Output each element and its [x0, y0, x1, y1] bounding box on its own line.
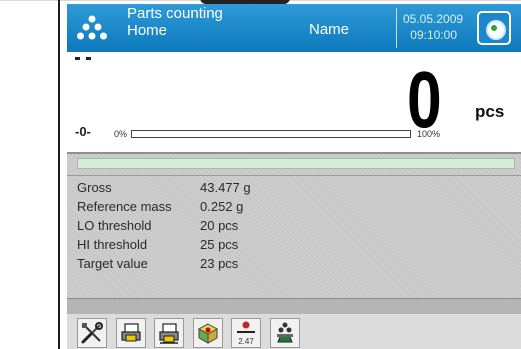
- header-divider: [396, 8, 397, 48]
- reference-mass-icon: [277, 322, 293, 343]
- status-strip: [67, 299, 521, 314]
- stability-marker-icon: [75, 57, 91, 60]
- zero-indicator: -0-: [75, 124, 91, 139]
- level-icon[interactable]: [477, 11, 511, 45]
- user-name[interactable]: Name: [309, 21, 349, 38]
- info-label: Target value: [77, 256, 148, 271]
- settings-button[interactable]: [77, 318, 107, 348]
- database-icon: [197, 323, 219, 344]
- toolbar: 2.47: [67, 314, 521, 349]
- panel-divider: [67, 175, 521, 176]
- parts-counting-icon[interactable]: [77, 14, 107, 42]
- database-button[interactable]: [193, 318, 223, 348]
- info-row-gross: Gross 43.477 g: [77, 180, 251, 195]
- info-value: 23 pcs: [200, 256, 239, 271]
- info-row-reference-mass: Reference mass 0.252 g: [77, 199, 243, 214]
- mode-title: Parts counting: [127, 5, 223, 22]
- settings-icon: [81, 322, 103, 344]
- balance-screen: Parts counting Home Name 05.05.2009 09:1…: [67, 4, 521, 349]
- header-bar: Parts counting Home Name 05.05.2009 09:1…: [67, 4, 521, 52]
- printout-footer-button[interactable]: [154, 318, 184, 348]
- info-row-hi-threshold: HI threshold 25 pcs: [77, 237, 238, 252]
- info-value: 20 pcs: [200, 218, 239, 233]
- frame-border-line: [58, 0, 60, 349]
- info-label: Gross: [77, 180, 112, 195]
- range-max-label: 100%: [417, 129, 441, 139]
- date-display: 05.05.2009: [403, 12, 464, 26]
- printout-header-icon: [121, 323, 141, 342]
- info-row-target-value: Target value 23 pcs: [77, 256, 238, 271]
- info-label: LO threshold: [77, 218, 152, 233]
- printout-header-button[interactable]: [116, 318, 146, 348]
- result-unit[interactable]: pcs: [475, 102, 504, 122]
- range-min-label: 0%: [114, 129, 128, 139]
- printout-footer-icon: [159, 323, 179, 344]
- info-panel: Gross 43.477 g Reference mass 0.252 g LO t…: [67, 152, 521, 349]
- info-label: Reference mass: [77, 199, 172, 214]
- reference-mass-button[interactable]: [270, 318, 300, 348]
- tare-button[interactable]: 2.47: [231, 318, 261, 348]
- threshold-bar: [77, 158, 515, 169]
- info-value: 25 pcs: [200, 237, 239, 252]
- weighing-range-bar: [131, 130, 411, 138]
- info-label: HI threshold: [77, 237, 148, 252]
- info-row-lo-threshold: LO threshold 20 pcs: [77, 218, 238, 233]
- time-display: 09:10:00: [410, 28, 457, 42]
- info-value: 43.477 g: [200, 180, 251, 195]
- panel-divider: [67, 152, 521, 154]
- weighing-display: 0 pcs -0- 0% 100%: [67, 52, 521, 152]
- tare-value: 2.47: [238, 337, 254, 346]
- info-value: 0.252 g: [200, 199, 244, 214]
- mode-subtitle: Home: [127, 22, 168, 39]
